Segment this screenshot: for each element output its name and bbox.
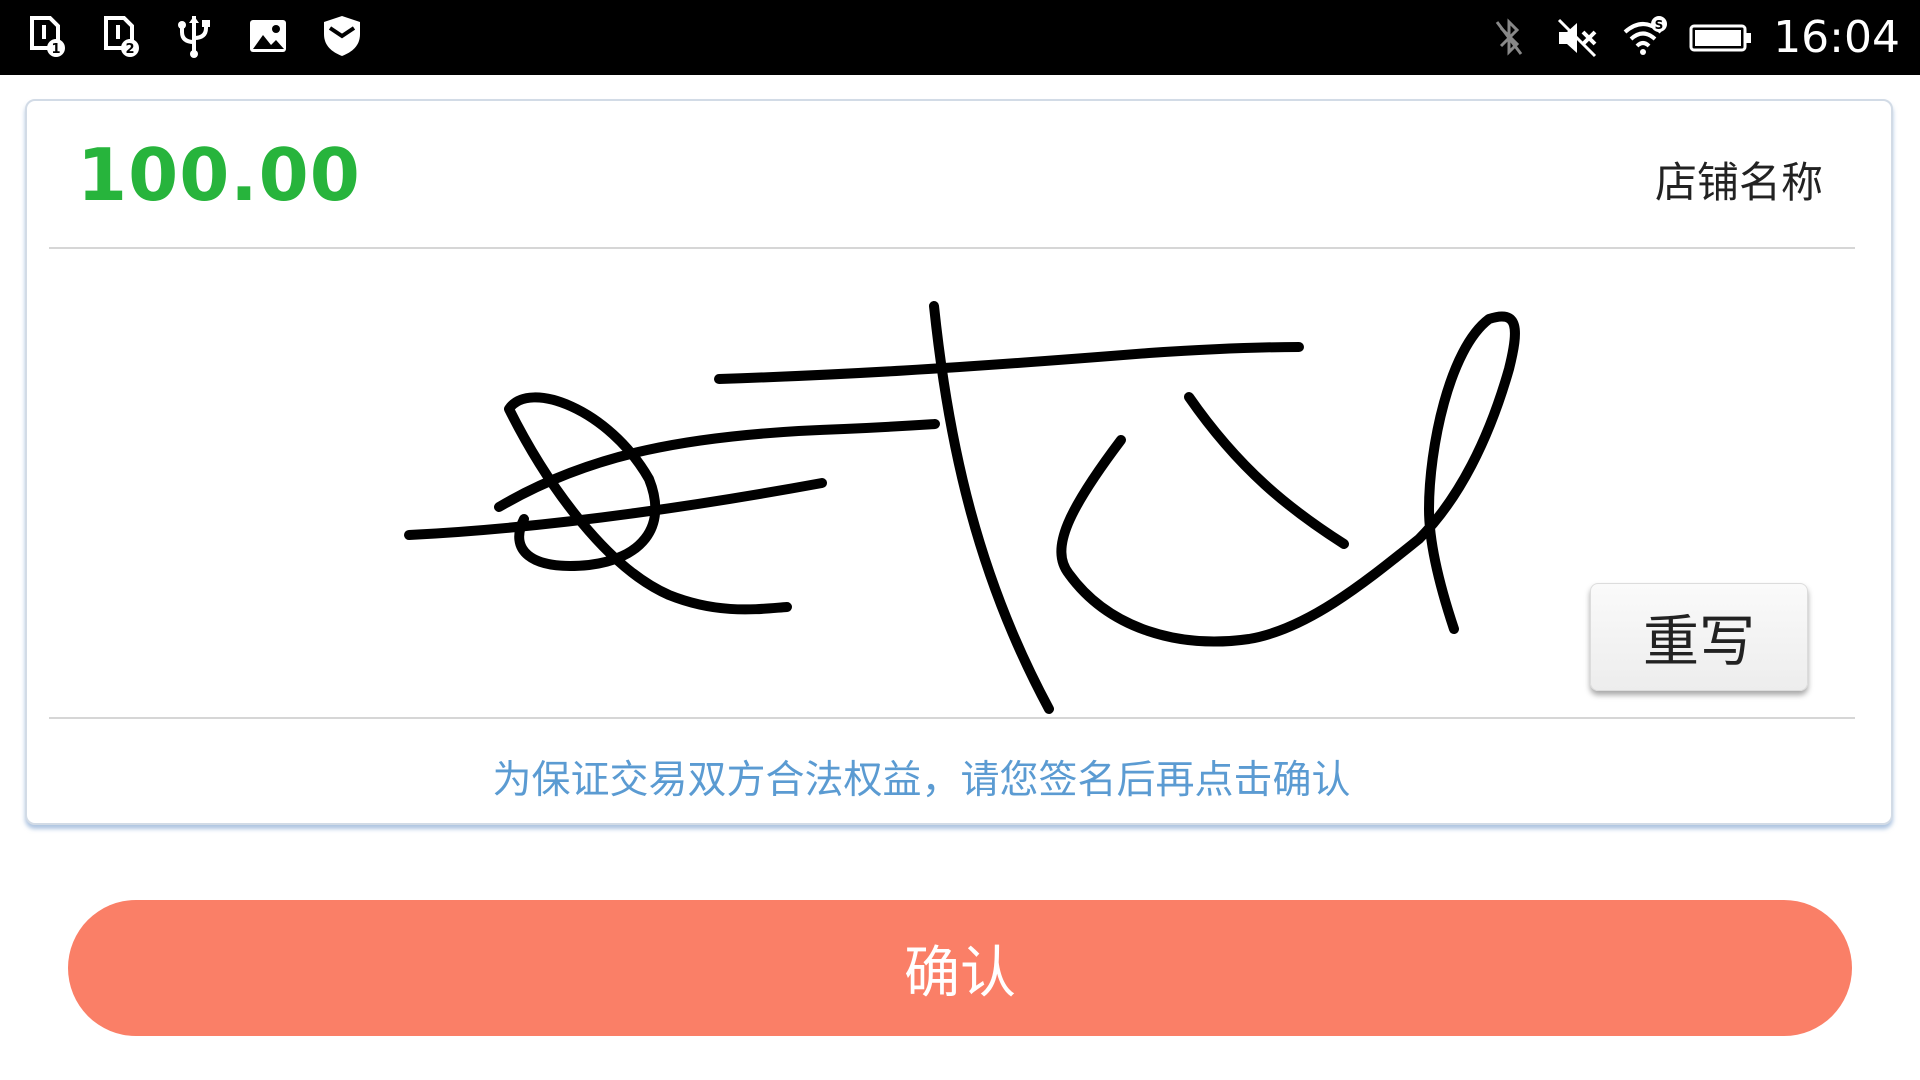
signature-strokes (404, 301, 1520, 714)
status-bar-left: 1 2 (22, 12, 366, 60)
mute-icon (1558, 18, 1597, 58)
svg-text:1: 1 (51, 42, 60, 57)
signature-stroke (504, 392, 792, 615)
confirm-button[interactable]: 确认 (68, 900, 1852, 1036)
signature-pad[interactable] (49, 249, 1855, 717)
divider (49, 717, 1855, 719)
shield-icon (324, 16, 360, 56)
sim-card-2-icon: 2 (104, 16, 139, 57)
status-bar-right: S 16:04 (1485, 10, 1900, 66)
svg-text:S: S (1655, 18, 1664, 32)
rewrite-button[interactable]: 重写 (1590, 583, 1808, 691)
sim-card-1-icon: 1 (30, 16, 65, 57)
status-bar: 1 2 S 16:04 (0, 0, 1920, 75)
gallery-icon (250, 20, 286, 52)
signature-hint: 为保证交易双方合法权益，请您签名后再点击确认 (492, 758, 1351, 803)
wifi-icon: S (1623, 16, 1668, 55)
bluetooth-off-icon (1495, 18, 1523, 56)
signature-stroke (714, 342, 1304, 384)
signature-stroke (1184, 392, 1349, 549)
payment-signature-card: 100.00 店铺名称 重写 为保证交易双方合法权益，请您签名后再点击确认 (25, 99, 1893, 825)
store-name: 店铺名称 (1654, 158, 1823, 207)
usb-icon (178, 16, 210, 58)
signature-stroke (1056, 311, 1520, 647)
signature-stroke (404, 478, 827, 540)
battery-icon (1689, 24, 1752, 52)
svg-text:2: 2 (125, 42, 134, 57)
status-bar-clock: 16:04 (1773, 12, 1900, 63)
payment-amount: 100.00 (77, 133, 361, 217)
